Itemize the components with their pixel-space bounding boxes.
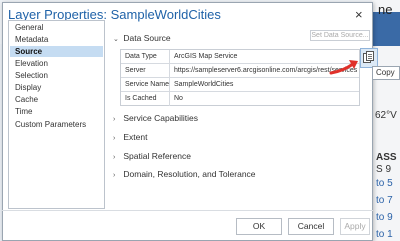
layer-properties-dialog: Layer Properties: SampleWorldCities × Ge… bbox=[2, 2, 378, 241]
set-data-source-button[interactable]: Set Data Source... bbox=[310, 30, 370, 41]
sidebar-item-time[interactable]: Time bbox=[10, 106, 103, 117]
sidebar-item-source[interactable]: Source bbox=[10, 46, 103, 57]
table-row: Server https://sampleserver6.arcgisonlin… bbox=[121, 64, 359, 78]
close-icon[interactable]: × bbox=[355, 7, 363, 22]
data-source-table: Data Type ArcGIS Map Service Server http… bbox=[120, 49, 360, 106]
background-value: 62°V bbox=[375, 110, 397, 121]
sidebar-item-custom-parameters[interactable]: Custom Parameters bbox=[10, 119, 103, 130]
sidebar-item-cache[interactable]: Cache bbox=[10, 94, 103, 105]
background-blue-ribbon bbox=[372, 12, 400, 46]
background-value: to 9 bbox=[376, 212, 393, 223]
section-domain-resolution-tolerance[interactable]: › Domain, Resolution, and Tolerance bbox=[113, 169, 256, 179]
section-service-capabilities[interactable]: › Service Capabilities bbox=[113, 113, 198, 123]
section-data-source[interactable]: ⌄ Data Source bbox=[113, 33, 171, 43]
section-label: Data Source bbox=[123, 33, 171, 43]
properties-sidebar: General Metadata Source Elevation Select… bbox=[8, 20, 105, 209]
section-label: Domain, Resolution, and Tolerance bbox=[123, 169, 256, 179]
sidebar-item-display[interactable]: Display bbox=[10, 82, 103, 93]
section-label: Spatial Reference bbox=[123, 151, 191, 161]
row-label: Server bbox=[125, 67, 146, 74]
ok-button[interactable]: OK bbox=[236, 218, 282, 235]
section-label: Extent bbox=[123, 132, 148, 142]
sidebar-item-general[interactable]: General bbox=[10, 22, 103, 33]
row-value: SampleWorldCities bbox=[174, 81, 234, 88]
background-text-fragment: ne bbox=[378, 2, 393, 17]
chevron-right-icon: › bbox=[113, 154, 116, 161]
row-label: Data Type bbox=[125, 53, 157, 60]
red-arrow-annotation bbox=[329, 60, 358, 75]
copy-button[interactable] bbox=[360, 48, 378, 68]
background-value: to 1 bbox=[376, 229, 393, 240]
apply-button[interactable]: Apply bbox=[340, 218, 370, 235]
chevron-right-icon: › bbox=[113, 172, 116, 179]
background-value: ASS bbox=[376, 152, 397, 163]
background-value: to 5 bbox=[376, 178, 393, 189]
chevron-right-icon: › bbox=[113, 135, 116, 142]
chevron-down-icon: ⌄ bbox=[113, 36, 119, 43]
background-value: to 7 bbox=[376, 195, 393, 206]
section-extent[interactable]: › Extent bbox=[113, 132, 147, 142]
section-spatial-reference[interactable]: › Spatial Reference bbox=[113, 151, 191, 161]
sidebar-item-elevation[interactable]: Elevation bbox=[10, 58, 103, 69]
footer-divider bbox=[2, 210, 373, 211]
section-label: Service Capabilities bbox=[123, 113, 199, 123]
table-row: Service Name SampleWorldCities bbox=[121, 78, 359, 92]
chevron-right-icon: › bbox=[113, 116, 116, 123]
row-label: Is Cached bbox=[125, 95, 157, 102]
sidebar-item-metadata[interactable]: Metadata bbox=[10, 34, 103, 45]
copy-icon bbox=[363, 51, 374, 63]
table-row: Is Cached No bbox=[121, 92, 359, 106]
cancel-button[interactable]: Cancel bbox=[288, 218, 334, 235]
copy-tooltip: Copy bbox=[372, 66, 400, 80]
row-label: Service Name bbox=[125, 81, 169, 88]
row-value: No bbox=[174, 95, 183, 102]
background-value: S 9 bbox=[376, 164, 392, 175]
sidebar-item-selection[interactable]: Selection bbox=[10, 70, 103, 81]
table-row: Data Type ArcGIS Map Service bbox=[121, 50, 359, 64]
